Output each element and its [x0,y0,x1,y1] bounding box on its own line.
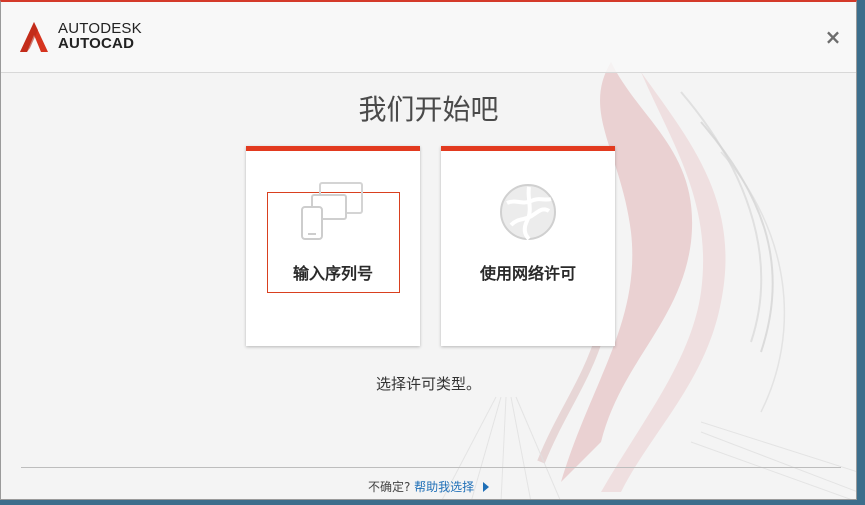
network-globe-icon [500,184,556,241]
enter-serial-number-label: 输入序列号 [292,264,373,283]
enter-serial-number-card[interactable]: 输入序列号 [246,146,420,346]
brand-logotype: AUTODESK AUTOCAD [58,21,142,51]
dialog-footer: 不确定? 帮助我选择 [1,478,856,495]
license-type-instruction: 选择许可类型。 [375,375,481,393]
help-me-choose-link[interactable]: 帮助我选择 [414,480,474,494]
devices-icon [301,182,363,240]
brand-line-autocad: AUTOCAD [58,35,135,52]
use-network-license-card[interactable]: 使用网络许可 [441,146,615,346]
autodesk-logo-icon [20,22,48,52]
dialog-header: AUTODESK AUTOCAD × [1,2,856,73]
brand-line-autodesk: AUTODESK [58,20,142,37]
license-dialog-window: AUTODESK AUTOCAD × 我们开始吧 输入序列号 使用网络许可 选择… [0,0,857,500]
close-button[interactable]: × [822,26,844,48]
unsure-prompt: 不确定? [367,480,411,494]
footer-divider [21,467,841,468]
play-arrow-icon[interactable] [483,482,490,492]
background-artwork [442,62,856,499]
page-title: 我们开始吧 [358,93,499,126]
use-network-license-label: 使用网络许可 [479,264,576,283]
